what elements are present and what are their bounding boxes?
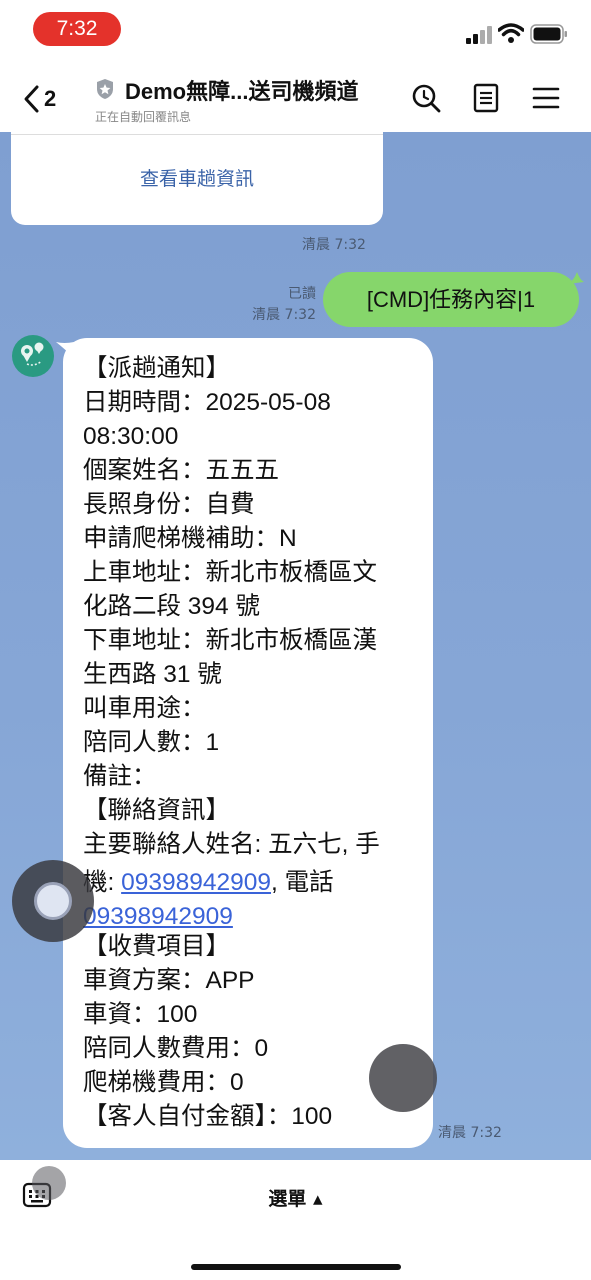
message-line: 09398942909 xyxy=(83,900,233,934)
message-line: 備註： xyxy=(83,763,157,790)
floating-touch-overlay xyxy=(369,1044,437,1112)
view-trip-info-button[interactable]: 查看車趟資訊 xyxy=(11,164,383,191)
message-line: 車資：100 xyxy=(83,1001,198,1028)
phone-link-2[interactable]: 09398942909 xyxy=(83,903,233,930)
chevron-left-icon xyxy=(24,85,39,113)
chat-header: 2 Demo無障...送司機頻道 正在自動回覆訊息 xyxy=(0,62,591,132)
message-line: 申請爬梯機補助：N xyxy=(83,525,297,552)
phone-link[interactable]: 09398942909 xyxy=(121,869,271,896)
notes-icon[interactable] xyxy=(470,82,502,114)
status-bar: 7:32 xyxy=(0,0,591,62)
menu-toggle[interactable]: 選單 ▴ xyxy=(0,1184,591,1211)
message-line: 【收費項目】 xyxy=(83,933,230,960)
wifi-icon xyxy=(498,23,524,43)
incoming-timestamp: 清晨 7:32 xyxy=(438,1125,502,1141)
message-line: 【派趟通知】 xyxy=(83,355,230,382)
route-pin-icon xyxy=(21,342,44,366)
trip-card: 查看車趟資訊 xyxy=(11,132,383,225)
incoming-message[interactable]: 【派趟通知】日期時間：2025-05-08 08:30:00 個案姓名：五五五 長照身… xyxy=(63,338,433,1148)
channel-subtitle: 正在自動回覆訊息 xyxy=(95,110,192,124)
message-line: 下車地址：新北市板橋區漢 xyxy=(83,627,377,654)
shield-icon xyxy=(97,79,113,99)
message-line: 【客人自付金額】：100 xyxy=(83,1103,333,1130)
message-line: 上車地址：新北市板橋區文 xyxy=(83,559,377,586)
message-line: 叫車用途： xyxy=(83,695,206,722)
message-line: 爬梯機費用：0 xyxy=(83,1069,244,1096)
search-icon[interactable] xyxy=(410,82,442,114)
message-line: 機: 09398942909, 電話 xyxy=(83,869,334,896)
message-line: 生西路 31 號 xyxy=(83,661,222,688)
message-line: 長照身份：自費 xyxy=(83,491,255,518)
channel-title[interactable]: Demo無障...送司機頻道 xyxy=(125,74,358,106)
card-timestamp: 清晨 7:32 xyxy=(302,237,366,253)
message-line: 【聯絡資訊】 xyxy=(83,797,230,824)
outgoing-timestamp: 清晨 7:32 xyxy=(252,307,316,323)
assistive-touch-button[interactable] xyxy=(12,860,94,942)
message-line: 主要聯絡人姓名: 五六七, 手 xyxy=(83,831,380,858)
message-line: 個案姓名：五五五 xyxy=(83,457,279,484)
hamburger-menu-icon[interactable] xyxy=(530,82,562,114)
outgoing-message[interactable]: [CMD]任務內容|1 xyxy=(323,272,579,327)
home-indicator[interactable] xyxy=(191,1264,401,1270)
message-line: 化路二段 394 號 xyxy=(83,593,260,620)
message-line: 車資方案：APP xyxy=(83,967,255,994)
unread-count: 2 xyxy=(44,86,57,111)
cellular-signal-icon xyxy=(466,26,494,44)
message-line: 陪同人數：1 xyxy=(83,729,220,756)
chat-area[interactable]: 查看車趟資訊 清晨 7:32 已讀 清晨 7:32 [CMD]任務內容|1 【派… xyxy=(0,132,591,1160)
card-divider xyxy=(11,134,383,135)
message-line: 日期時間：2025-05-08 xyxy=(83,389,331,416)
status-time: 7:32 xyxy=(33,12,121,46)
bottom-bar: 選單 ▴ xyxy=(0,1160,591,1280)
message-line: 陪同人數費用：0 xyxy=(83,1035,269,1062)
back-button[interactable]: 2 xyxy=(22,82,56,116)
read-status: 已讀 xyxy=(288,286,316,302)
message-line: 08:30:00 xyxy=(83,423,179,450)
avatar[interactable] xyxy=(12,335,54,377)
battery-icon xyxy=(530,24,567,44)
